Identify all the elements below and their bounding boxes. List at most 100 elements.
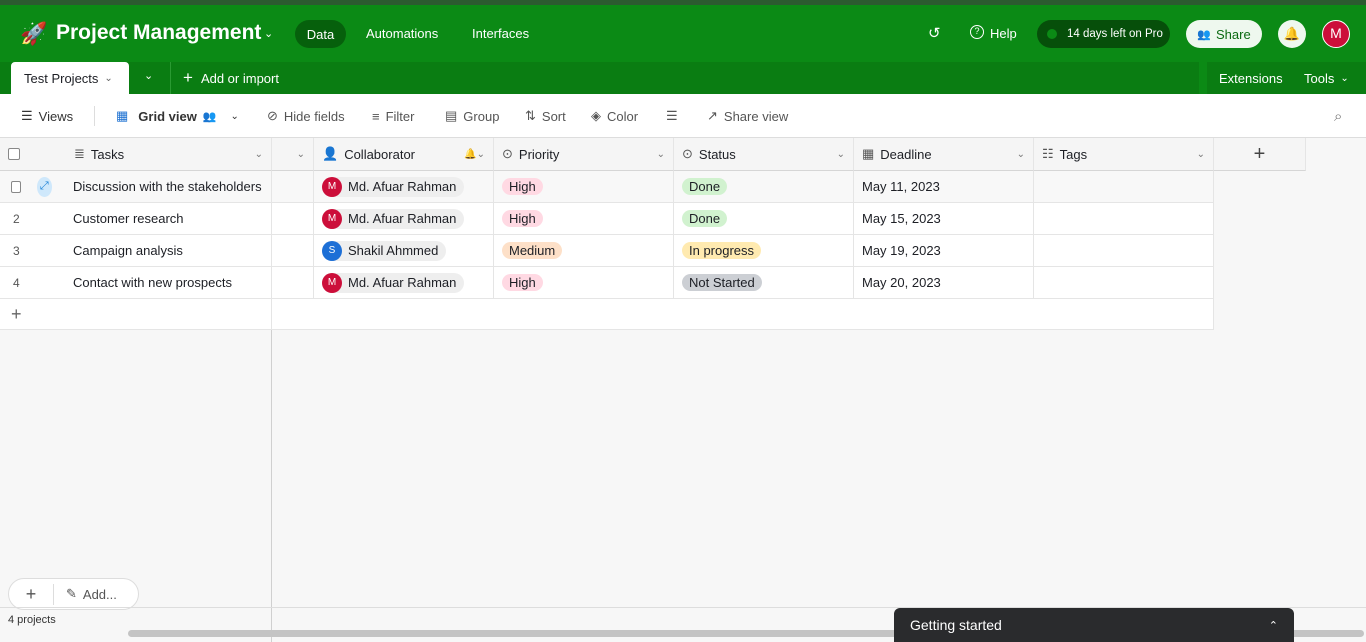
chevron-down-icon[interactable]: ⌄ — [264, 27, 273, 40]
history-icon[interactable]: ↺ — [928, 24, 941, 42]
search-icon[interactable]: ⌕ — [1334, 94, 1342, 138]
status-cell[interactable]: Not Started — [674, 267, 854, 299]
add-field-button[interactable]: + — [1214, 138, 1306, 171]
getting-started-panel[interactable]: Getting started ⌃ — [894, 608, 1294, 642]
task-name[interactable]: Contact with new prospects — [73, 275, 232, 290]
tools-button[interactable]: Tools ⌄ — [1304, 71, 1349, 86]
deadline-date: May 15, 2023 — [862, 211, 941, 226]
nav-automations[interactable]: Automations — [366, 26, 438, 41]
status-badge: Done — [682, 210, 728, 227]
views-button[interactable]: ☰ Views — [21, 94, 73, 138]
long-text-icon: ≣ — [74, 146, 85, 161]
hidden-cell[interactable] — [272, 235, 314, 267]
add-or-import-button[interactable]: + Add or import — [170, 62, 279, 94]
status-cell[interactable]: In progress — [674, 235, 854, 267]
select-all-checkbox[interactable] — [8, 148, 20, 160]
hide-fields-label: Hide fields — [283, 108, 345, 124]
tags-cell[interactable] — [1034, 171, 1214, 203]
help-button[interactable]: Help — [990, 26, 1017, 41]
collaborator-cell[interactable]: S Shakil Ahmmed — [314, 235, 494, 267]
chevron-down-icon: ⌄ — [230, 110, 239, 122]
column-header-tags[interactable]: ☷ Tags ⌄ — [1034, 138, 1214, 171]
people-icon: 👥 — [1197, 28, 1211, 41]
user-avatar[interactable]: M — [1322, 20, 1350, 48]
hidden-cell[interactable] — [272, 171, 314, 203]
magic-wand-icon[interactable]: ✎ — [66, 586, 77, 602]
filter-button[interactable]: ≡ Filter — [372, 94, 414, 138]
chevron-down-icon: ⌄ — [1340, 73, 1349, 84]
base-title[interactable]: Project Management — [56, 21, 261, 45]
hidden-cell[interactable] — [272, 267, 314, 299]
task-name[interactable]: Campaign analysis — [73, 243, 183, 258]
row-checkbox[interactable] — [11, 180, 21, 193]
tags-cell[interactable] — [1034, 235, 1214, 267]
add-row-area[interactable] — [272, 299, 1214, 330]
share-view-label: Share view — [723, 108, 789, 124]
add-record-bar: + ✎ Add... — [8, 578, 139, 610]
column-header-status[interactable]: ⊙ Status ⌄ — [674, 138, 854, 171]
color-button[interactable]: ◈ Color — [591, 94, 638, 138]
sort-button[interactable]: ⇅ Sort — [525, 94, 566, 138]
priority-cell[interactable]: High — [494, 267, 674, 299]
record-count: 4 projects — [8, 614, 56, 626]
share-button[interactable]: 👥 Share — [1186, 20, 1262, 48]
plus-icon: + — [11, 303, 22, 324]
tags-cell[interactable] — [1034, 203, 1214, 235]
deadline-date: May 11, 2023 — [862, 179, 940, 194]
view-toolbar: ☰ Views ▦ Grid view 👥 ⌄ ⊘ Hide fields ≡ Filter… — [0, 94, 1366, 138]
trial-badge[interactable]: 14 days left on Pro — [1037, 20, 1170, 48]
status-badge: Done — [682, 178, 728, 195]
tables-chevron-icon[interactable]: ⌄ — [144, 69, 153, 82]
deadline-cell[interactable]: May 11, 2023 — [854, 171, 1034, 203]
deadline-cell[interactable]: May 20, 2023 — [854, 267, 1034, 299]
group-button[interactable]: ▤ Group — [445, 94, 499, 138]
collaborator-cell[interactable]: M Md. Afuar Rahman — [314, 267, 494, 299]
priority-cell[interactable]: High — [494, 203, 674, 235]
hidden-cell[interactable] — [272, 203, 314, 235]
column-header-collaborator[interactable]: 👤 Collaborator 🔔⌄ — [314, 138, 494, 171]
deadline-date: May 19, 2023 — [862, 243, 941, 258]
add-row-button[interactable]: + — [0, 299, 272, 330]
column-header-deadline[interactable]: ▦ Deadline ⌄ — [854, 138, 1034, 171]
priority-cell[interactable]: Medium — [494, 235, 674, 267]
priority-badge: High — [502, 210, 543, 227]
add-ai-button[interactable]: Add... — [83, 587, 117, 602]
select-all-cell — [0, 138, 60, 171]
deadline-cell[interactable]: May 15, 2023 — [854, 203, 1034, 235]
deadline-cell[interactable]: May 19, 2023 — [854, 235, 1034, 267]
task-name[interactable]: Customer research — [73, 211, 184, 226]
column-header-tasks[interactable]: ≣ Tasks ⌄ — [60, 138, 272, 171]
chevron-down-icon: ⌄ — [254, 148, 263, 160]
collaborator-chip: S Shakil Ahmmed — [322, 240, 447, 261]
nav-interfaces[interactable]: Interfaces — [472, 26, 529, 41]
share-view-button[interactable]: ↗ Share view — [707, 94, 788, 138]
column-header-hidden[interactable]: ⌄ — [272, 138, 314, 171]
nav-data[interactable]: Data — [295, 20, 346, 48]
expand-record-icon[interactable]: ⤢ — [36, 176, 52, 197]
collaborator-cell[interactable]: M Md. Afuar Rahman — [314, 203, 494, 235]
chevron-up-icon[interactable]: ⌃ — [1269, 619, 1278, 632]
status-cell[interactable]: Done — [674, 171, 854, 203]
paint-bucket-icon: ◈ — [591, 108, 601, 123]
extensions-button[interactable]: Extensions — [1219, 71, 1283, 86]
status-cell[interactable]: Done — [674, 203, 854, 235]
priority-cell[interactable]: High — [494, 171, 674, 203]
grid-view-button[interactable]: ▦ Grid view 👥 ⌄ — [116, 94, 239, 138]
column-header-priority[interactable]: ⊙ Priority ⌄ — [494, 138, 674, 171]
collaborator-cell[interactable]: M Md. Afuar Rahman — [314, 171, 494, 203]
tags-cell[interactable] — [1034, 267, 1214, 299]
row-height-button[interactable]: ☰ — [666, 94, 678, 138]
filter-label: Filter — [385, 108, 415, 124]
add-import-label: Add or import — [200, 70, 279, 86]
eye-off-icon: ⊘ — [267, 108, 278, 123]
row-number: 3 — [13, 243, 20, 258]
tab-test-projects[interactable]: Test Projects ⌄ — [11, 62, 129, 94]
row-number: 2 — [13, 211, 20, 226]
column-label: Deadline — [880, 146, 932, 162]
plus-icon[interactable]: + — [9, 583, 54, 605]
hide-fields-button[interactable]: ⊘ Hide fields — [267, 94, 345, 138]
task-name[interactable]: Discussion with the stakeholders — [73, 179, 262, 194]
rocket-icon: 🚀 — [20, 21, 48, 46]
help-icon[interactable]: ? — [970, 25, 984, 39]
bell-icon[interactable]: 🔔 — [1278, 20, 1306, 48]
